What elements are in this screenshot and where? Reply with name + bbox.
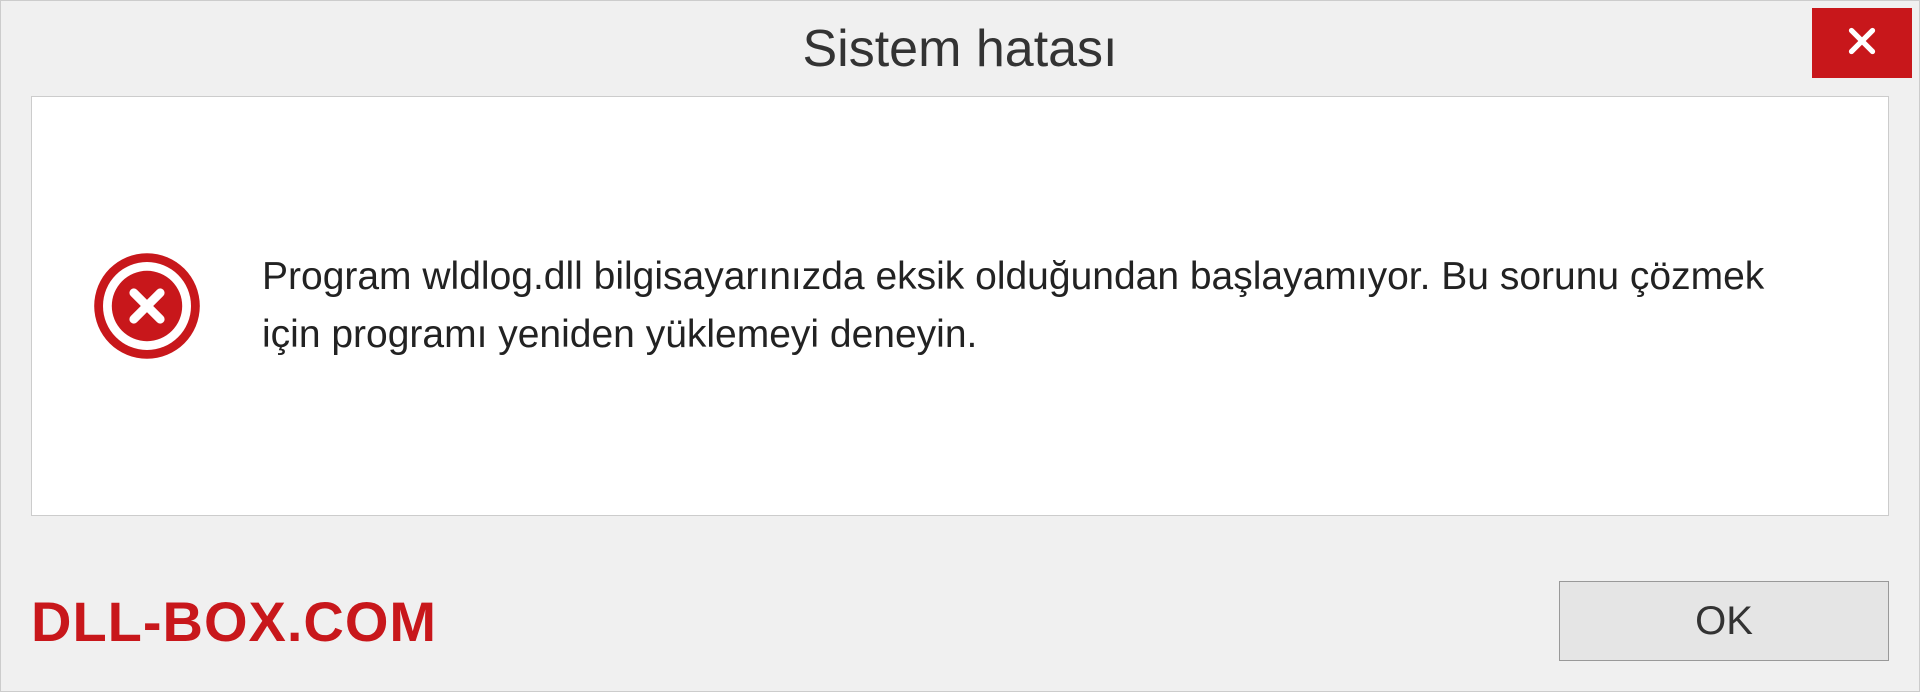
close-button[interactable] bbox=[1812, 8, 1912, 78]
message-panel: Program wldlog.dll bilgisayarınızda eksi… bbox=[31, 96, 1889, 516]
ok-button-label: OK bbox=[1695, 599, 1753, 644]
error-message: Program wldlog.dll bilgisayarınızda eksi… bbox=[262, 248, 1828, 365]
dialog-footer: DLL-BOX.COM OK bbox=[31, 581, 1889, 661]
dialog-title: Sistem hatası bbox=[802, 19, 1117, 79]
error-dialog: Sistem hatası Program wldlog.dll bilgisa… bbox=[0, 0, 1920, 692]
watermark-text: DLL-BOX.COM bbox=[31, 589, 437, 654]
ok-button[interactable]: OK bbox=[1559, 581, 1889, 661]
error-icon bbox=[92, 251, 202, 361]
close-icon bbox=[1844, 23, 1880, 64]
titlebar: Sistem hatası bbox=[1, 1, 1919, 96]
